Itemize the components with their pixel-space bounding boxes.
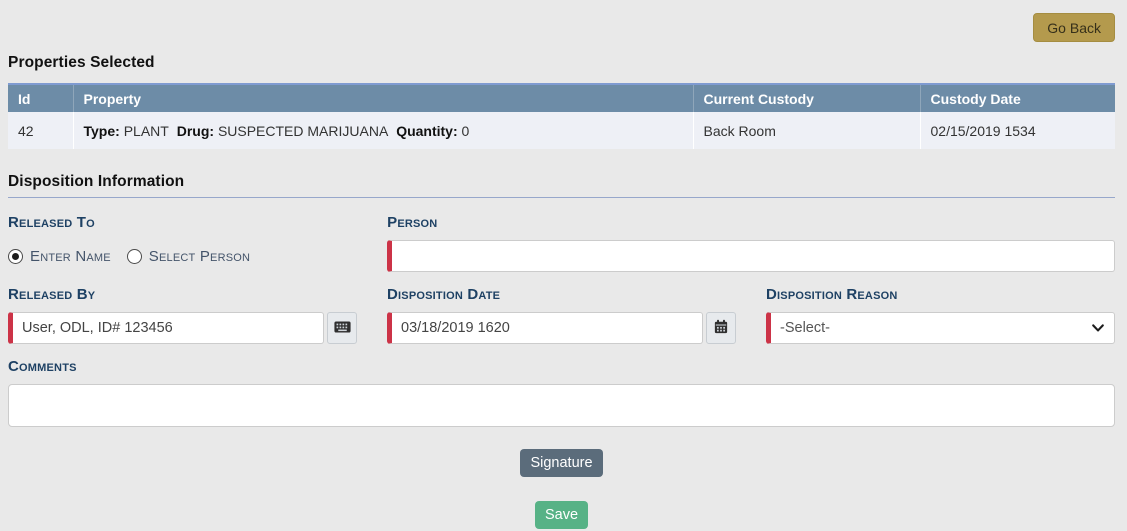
disposition-date-input[interactable] [387,312,703,344]
property-quantity-label: Quantity: [396,123,457,139]
signature-button[interactable]: Signature [520,449,602,477]
disposition-reason-field: Disposition Reason -Select- [766,286,1115,344]
property-drug-label: Drug: [177,123,214,139]
released-to-radio-group: Enter Name Select Person [8,240,357,272]
disposition-form: Released To Enter Name Select Person Per… [8,214,1115,432]
calendar-button[interactable] [706,312,736,344]
comments-field: Comments [8,358,1115,432]
released-by-input[interactable] [8,312,324,344]
released-to-field: Released To Enter Name Select Person [8,214,357,272]
disposition-reason-label: Disposition Reason [766,286,1115,303]
properties-selected-title: Properties Selected [8,54,1115,72]
header-id: Id [8,84,73,112]
save-button[interactable]: Save [535,501,588,529]
radio-select-person-label: Select Person [149,248,250,265]
radio-enter-name-label: Enter Name [30,248,111,265]
keyboard-button[interactable] [327,312,357,344]
comments-textarea[interactable] [8,384,1115,427]
cell-current-custody: Back Room [693,112,920,149]
disposition-date-label: Disposition Date [387,286,736,303]
header-property: Property [73,84,693,112]
radio-select-person[interactable]: Select Person [127,248,250,265]
cell-id: 42 [8,112,73,149]
top-toolbar: Go Back [8,0,1115,42]
radio-unselected-icon [127,249,142,264]
disposition-reason-select[interactable]: -Select- [766,312,1115,344]
disposition-information-title: Disposition Information [8,173,1115,198]
comments-label: Comments [8,358,1115,375]
properties-table: Id Property Current Custody Custody Date… [8,83,1115,149]
released-by-label: Released By [8,286,357,303]
disposition-page: Go Back Properties Selected Id Property … [0,0,1127,529]
property-quantity-value: 0 [462,123,470,139]
person-field: Person [387,214,1115,272]
properties-table-header-row: Id Property Current Custody Custody Date [8,84,1115,112]
property-type-value: PLANT [124,123,169,139]
property-drug-value: SUSPECTED MARIJUANA [218,123,388,139]
property-type-label: Type: [84,123,120,139]
go-back-button[interactable]: Go Back [1033,13,1115,42]
person-label: Person [387,214,1115,231]
header-current-custody: Current Custody [693,84,920,112]
signature-action-row: Signature [8,432,1115,477]
radio-enter-name[interactable]: Enter Name [8,248,111,265]
person-input[interactable] [387,240,1115,272]
save-action-row: Save [8,477,1115,529]
header-custody-date: Custody Date [920,84,1115,112]
keyboard-icon [334,321,351,336]
cell-property: Type: PLANT Drug: SUSPECTED MARIJUANA Qu… [73,112,693,149]
table-row: 42 Type: PLANT Drug: SUSPECTED MARIJUANA… [8,112,1115,149]
disposition-date-field: Disposition Date [387,286,736,344]
released-by-field: Released By [8,286,357,344]
calendar-icon [714,319,728,337]
cell-custody-date: 02/15/2019 1534 [920,112,1115,149]
released-to-label: Released To [8,214,357,231]
radio-selected-icon [8,249,23,264]
